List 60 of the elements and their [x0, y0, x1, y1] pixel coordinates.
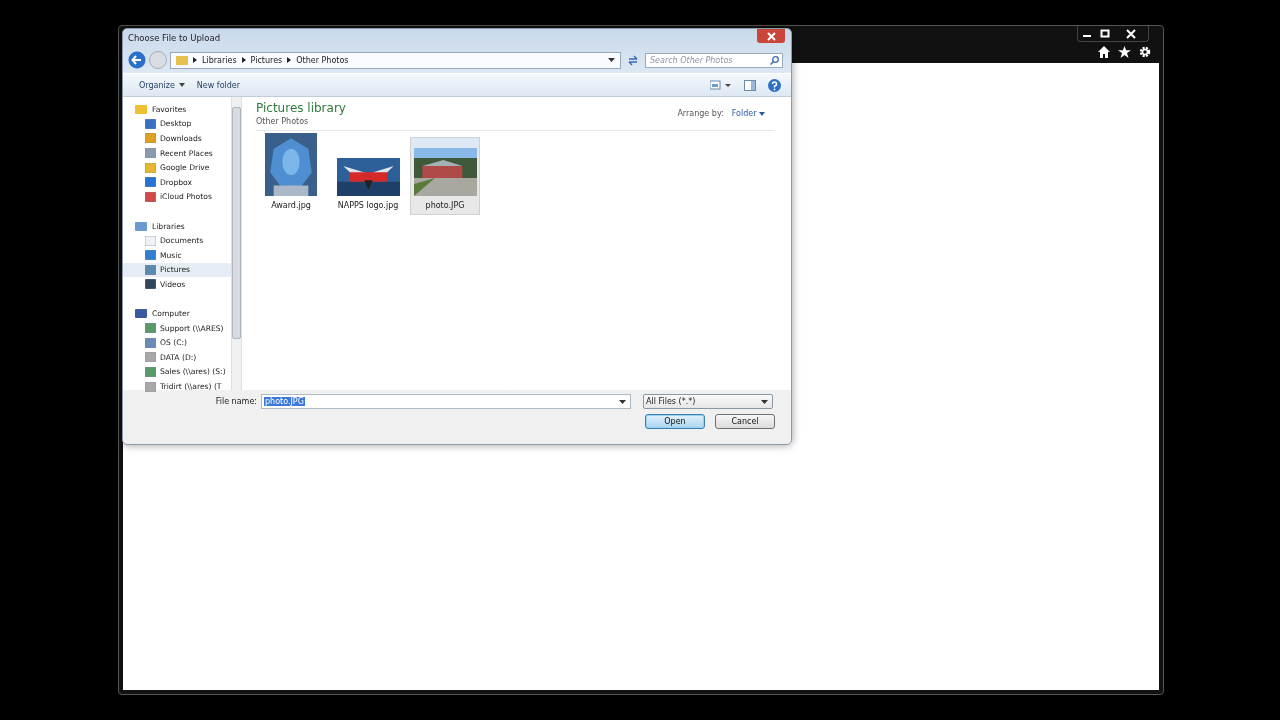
item-icon [145, 148, 156, 159]
caret-icon [178, 83, 185, 87]
file-type-dropdown[interactable]: All Files (*.*) [643, 394, 773, 409]
search-icon [770, 55, 779, 65]
window-title: Choose File to Upload [128, 33, 221, 43]
dialog-button[interactable]: Cancel [715, 414, 775, 429]
close-icon[interactable] [1126, 28, 1136, 39]
file-name-label: File name: [214, 397, 257, 406]
back-button[interactable] [128, 51, 146, 69]
item-icon [145, 118, 156, 129]
separator-icon [287, 57, 292, 63]
maximize-icon[interactable] [1100, 28, 1110, 39]
home-icon[interactable] [1098, 46, 1110, 58]
close-icon [766, 31, 776, 41]
settings-icon[interactable] [1139, 46, 1151, 58]
item-icon [145, 191, 156, 202]
item-icon [145, 177, 156, 188]
separator-icon [193, 57, 197, 63]
caret-icon [759, 112, 765, 116]
folder-icon [176, 55, 188, 65]
folder-icon [135, 220, 147, 232]
view-icon[interactable] [710, 80, 732, 90]
item-icon [145, 264, 156, 275]
item-icon [145, 235, 156, 246]
file-item[interactable]: NAPPS logo.jpg [333, 137, 403, 215]
library-subtitle: Other Photos [256, 117, 310, 126]
item-icon [145, 250, 156, 261]
search-field[interactable]: Search Other Photos [645, 52, 783, 68]
item-icon [145, 367, 156, 377]
help-icon[interactable] [768, 78, 781, 92]
item-icon [145, 381, 156, 392]
folder-icon [135, 103, 147, 115]
file-item[interactable]: Award.jpg [256, 137, 326, 215]
refresh-button[interactable] [627, 54, 639, 66]
item-icon [145, 323, 156, 334]
separator-icon [241, 57, 246, 63]
arrange-dropdown[interactable]: Folder [731, 109, 765, 118]
close-button[interactable] [757, 29, 785, 43]
preview-pane-icon[interactable] [744, 79, 756, 91]
dialog-button[interactable]: Open [645, 414, 705, 429]
item-icon [145, 279, 156, 290]
breadcrumb[interactable]: Other Photos [296, 55, 349, 65]
file-name-field[interactable]: photo.JPG [261, 394, 631, 409]
library-title: Pictures library [256, 101, 346, 115]
item-icon [145, 352, 156, 363]
address-bar[interactable]: Libraries Pictures Other Photos [170, 51, 621, 69]
dropdown-icon[interactable] [619, 399, 626, 404]
star-icon[interactable] [1118, 46, 1131, 58]
folder-icon [135, 308, 147, 320]
breadcrumb[interactable]: Pictures [250, 55, 283, 65]
toolbar-button[interactable]: New folder [196, 80, 241, 90]
item-icon [145, 133, 156, 144]
item-icon [145, 337, 156, 348]
caret-icon [761, 399, 768, 404]
breadcrumb[interactable]: Libraries [202, 55, 237, 65]
arrange-label: Arrange by: [677, 109, 724, 118]
file-item[interactable]: photo.JPG [410, 137, 480, 215]
item-icon [145, 162, 156, 173]
scrollbar[interactable] [231, 97, 241, 390]
toolbar-button[interactable]: Organize [139, 80, 185, 90]
